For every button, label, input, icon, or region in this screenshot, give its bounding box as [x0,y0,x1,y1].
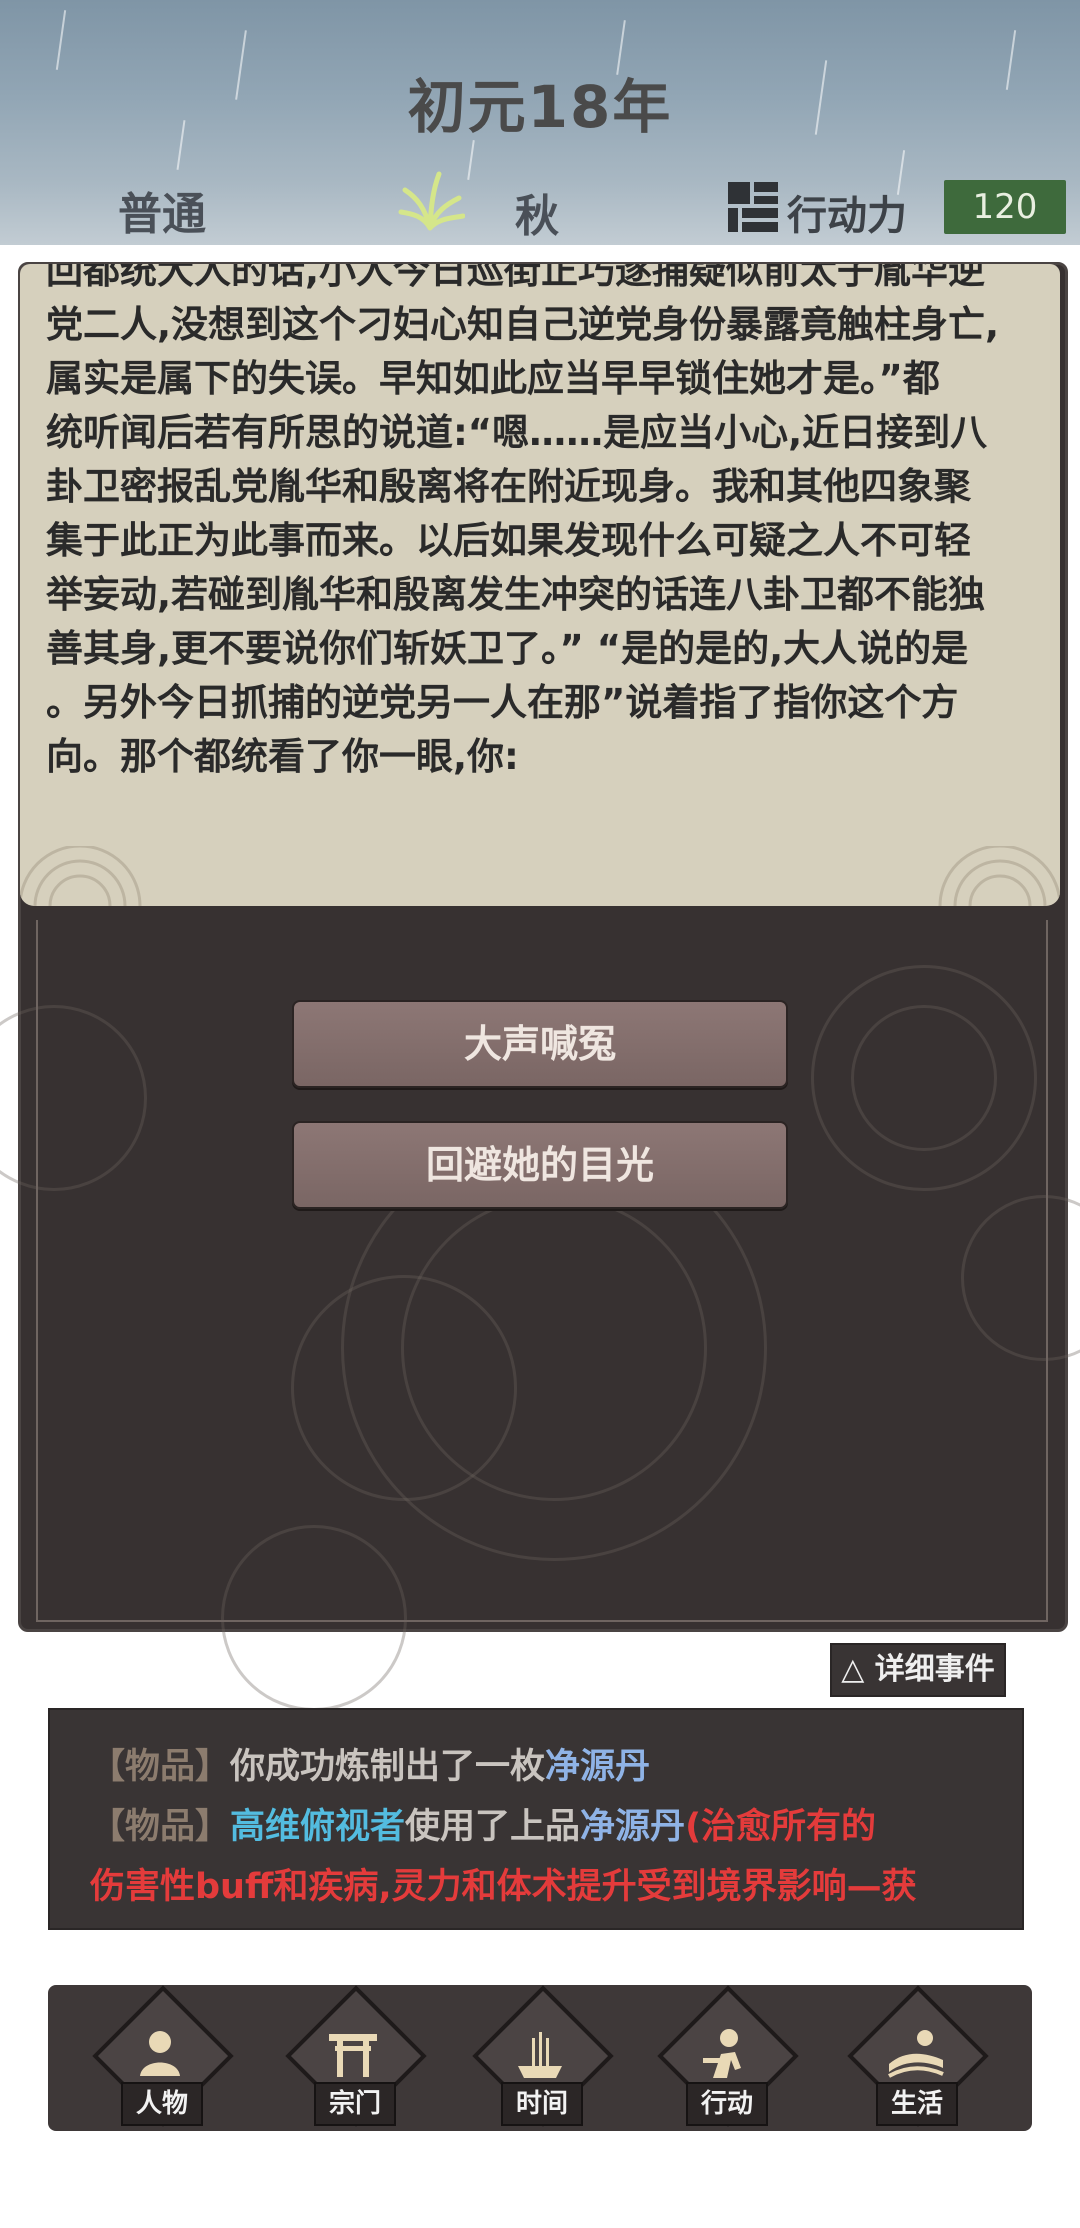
action-icon [703,2029,741,2078]
gate-icon [329,2034,377,2077]
choice-button-1[interactable]: 大声喊冤 [292,1000,788,1088]
nav-person[interactable]: 人物 [92,1985,234,2132]
action-points-label: 行动力 [787,193,907,239]
season-label: 秋 [515,191,559,242]
log-entry: 伤害性buff和疾病,灵力和体术提升受到境界影响—获 [90,1867,917,1907]
difficulty-label: 普通 [118,189,206,240]
action-points-icon [728,182,778,232]
action-points-value: 120 [944,180,1066,234]
year-title: 初元18年 [407,73,673,141]
cloud-ornament-icon [938,846,1060,906]
cloud-ornament-icon [20,846,142,906]
nav-sect[interactable]: 宗门 [285,1985,427,2132]
story-text: 回都统大人的话,小人今日巡街正巧遂捕疑似前太子胤华逆 党二人,没想到这个刁妇心知… [46,264,1000,778]
incense-icon [518,2032,562,2078]
autumn-grass-icon [398,171,465,231]
nav-time[interactable]: 时间 [472,1985,614,2132]
detail-events-button[interactable]: △ 详细事件 [830,1643,1006,1697]
top-bar: 初元18年 普通 秋 行动力 120 [0,0,1080,245]
log-entry: 【物品】你成功炼制出了一枚净源丹 [90,1747,651,1787]
story-text-box: 回都统大人的话,小人今日巡街正巧遂捕疑似前太子胤华逆 党二人,没想到这个刁妇心知… [20,264,1060,906]
log-entry: 【物品】高维俯视者使用了上品净源丹(治愈所有的 [90,1807,877,1847]
choice-button-2[interactable]: 回避她的目光 [292,1121,788,1209]
nav-action[interactable]: 行动 [657,1985,799,2132]
life-icon [888,2030,944,2078]
event-log[interactable]: 【物品】你成功炼制出了一枚净源丹 【物品】高维俯视者使用了上品净源丹(治愈所有的… [48,1708,1024,1930]
person-icon [140,2031,180,2076]
nav-life[interactable]: 生活 [847,1985,989,2132]
